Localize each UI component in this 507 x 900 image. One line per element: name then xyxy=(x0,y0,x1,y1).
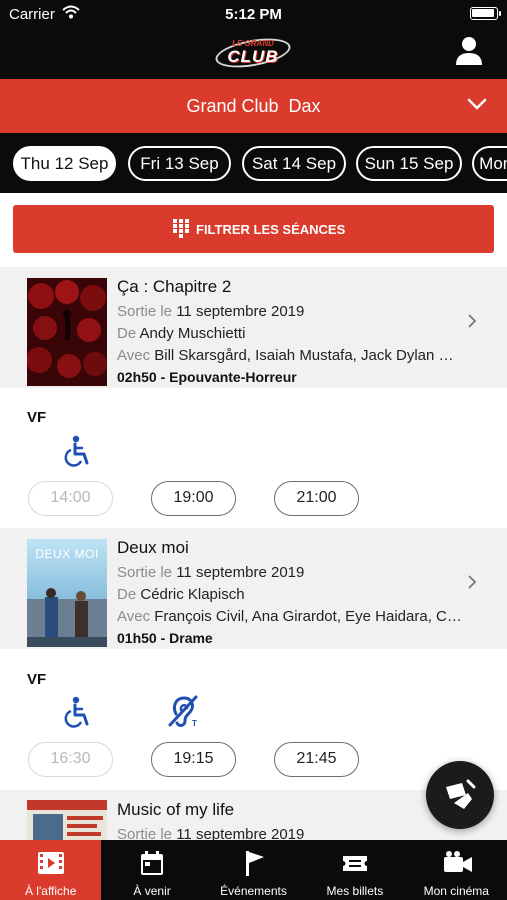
movie-row-ca-chapitre-2[interactable]: Ça : Chapitre 2 Sortie le 11 septembre 2… xyxy=(0,267,507,388)
date-tab-sat-14-sep[interactable]: Sat 14 Sep xyxy=(242,146,346,181)
date-tab-thu-12-sep[interactable]: Thu 12 Sep xyxy=(13,146,116,181)
showtime-button[interactable]: 19:00 xyxy=(151,481,236,516)
movie-release-date: 11 septembre 2019 xyxy=(176,826,305,840)
movie-release-date: 11 septembre 2019 xyxy=(176,303,305,320)
date-tabs: Thu 12 Sep Fri 13 Sep Sat 14 Sep Sun 15 … xyxy=(0,133,507,193)
wheelchair-icon xyxy=(64,696,89,728)
chevron-down-icon xyxy=(467,98,487,110)
tab-label: À l'affiche xyxy=(24,884,77,898)
movie-director: Andy Muschietti xyxy=(139,325,246,342)
hearing-assistance-icon: T xyxy=(168,695,198,728)
date-tab-fri-13-sep[interactable]: Fri 13 Sep xyxy=(128,146,231,181)
cinema-logo: LE GRAND CLUB xyxy=(211,33,295,73)
tab-label: Mes billets xyxy=(326,884,384,898)
status-time: 5:12 PM xyxy=(225,6,282,23)
flag-icon xyxy=(245,851,264,876)
filter-showtimes-button[interactable]: FILTRER LES SÉANCES xyxy=(13,205,494,253)
movie-duration-genre: 01h50 - Drame xyxy=(117,630,213,646)
calendar-icon xyxy=(141,851,164,875)
showtime-button: 16:30 xyxy=(28,742,113,777)
tab-a-venir[interactable]: À venir xyxy=(101,840,202,900)
movie-duration-genre: 02h50 - Epouvante-Horreur xyxy=(117,369,297,385)
user-profile-icon[interactable] xyxy=(455,36,483,66)
camera-icon xyxy=(443,851,472,872)
version-label: VF xyxy=(27,671,47,688)
version-label: VF xyxy=(27,409,47,426)
tab-mes-billets[interactable]: Mes billets xyxy=(304,840,405,900)
date-tab-sun-15-sep[interactable]: Sun 15 Sep xyxy=(356,146,462,181)
battery-icon xyxy=(470,7,501,20)
grid-icon xyxy=(173,219,189,238)
movie-cast: Bill Skarsgård, Isaiah Mustafa, Jack Dyl… xyxy=(154,347,462,364)
tab-mon-cinema[interactable]: Mon cinéma xyxy=(406,840,507,900)
chevron-right-icon xyxy=(468,314,477,328)
movie-release-date: 11 septembre 2019 xyxy=(176,564,305,581)
movie-cast: François Civil, Ana Girardot, Eye Haidar… xyxy=(154,608,462,625)
tab-label: À venir xyxy=(133,884,171,898)
movie-poster xyxy=(27,278,107,386)
movie-director: Cédric Klapisch xyxy=(140,586,245,603)
cinema-name: Grand Club Dax xyxy=(186,96,321,116)
status-bar: Carrier 5:12 PM xyxy=(0,0,507,28)
ticket-icon xyxy=(343,856,368,871)
wheelchair-icon xyxy=(64,435,89,467)
movie-title: Music of my life xyxy=(117,800,235,819)
movie-row-deux-moi[interactable]: DEUX MOI Deux moi Sortie le 11 septembre… xyxy=(0,528,507,649)
tab-label: Mon cinéma xyxy=(423,884,489,898)
tab-a-l-affiche[interactable]: À l'affiche xyxy=(0,840,102,900)
bottom-tab-bar: À l'affiche À venir Événements Mes bille… xyxy=(0,840,507,900)
ticket-booking-icon xyxy=(446,779,476,809)
poster-title: DEUX MOI xyxy=(35,547,99,561)
movie-title: Deux moi xyxy=(117,538,189,557)
film-icon xyxy=(38,852,64,874)
cinema-selector[interactable]: Grand Club Dax xyxy=(0,79,507,133)
svg-text:T: T xyxy=(192,719,197,728)
chevron-right-icon xyxy=(468,575,477,589)
tab-evenements[interactable]: Événements xyxy=(203,840,304,900)
quick-book-fab[interactable] xyxy=(426,761,494,829)
movie-poster: DEUX MOI xyxy=(27,539,107,647)
movie-poster xyxy=(27,800,107,840)
showtime-button[interactable]: 19:15 xyxy=(151,742,236,777)
showtime-button: 14:00 xyxy=(28,481,113,516)
filter-label: FILTRER LES SÉANCES xyxy=(196,222,346,237)
date-tab-mon-16-sep[interactable]: Mon 16 Sep xyxy=(472,146,507,181)
showtime-button[interactable]: 21:45 xyxy=(274,742,359,777)
tab-label: Événements xyxy=(220,884,287,898)
movie-title: Ça : Chapitre 2 xyxy=(117,277,232,296)
showtime-button[interactable]: 21:00 xyxy=(274,481,359,516)
